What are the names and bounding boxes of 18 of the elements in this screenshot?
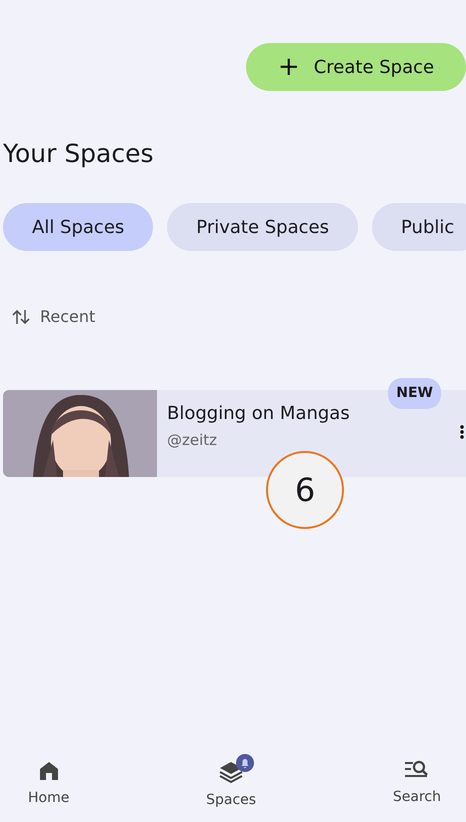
space-handle: @zeitz (167, 430, 218, 451)
filter-chip[interactable]: All Spaces (3, 203, 154, 251)
plus-icon: + (278, 48, 300, 86)
nav-item[interactable]: Search (380, 752, 453, 811)
layers-icon (218, 760, 244, 784)
nav-item[interactable]: Spaces (194, 752, 268, 811)
sort-icon[interactable] (12, 309, 30, 325)
annotation-marker: 6 (266, 451, 344, 529)
sort-label[interactable]: Recent (40, 305, 96, 329)
home-icon (38, 760, 60, 782)
more-icon[interactable] (460, 424, 464, 440)
nav-item[interactable]: Home (16, 752, 82, 811)
filter-chip[interactable]: Public (372, 203, 466, 251)
filter-chip[interactable]: Private Spaces (167, 203, 358, 251)
page-title: Your Spaces (3, 139, 155, 169)
space-title: Blogging on Mangas (167, 402, 350, 426)
new-badge: NEW (388, 378, 441, 409)
create-space-button[interactable]: + Create Space (246, 43, 466, 91)
